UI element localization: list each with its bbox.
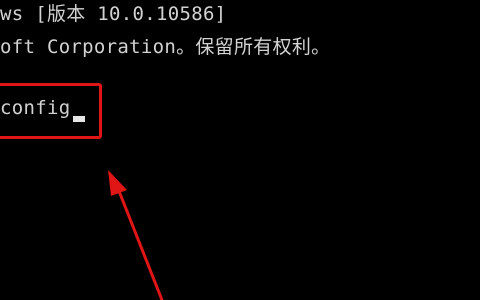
arrow-head (108, 170, 127, 196)
console-window[interactable]: ws [版本 10.0.10586] oft Corporation。保留所有权… (0, 0, 480, 300)
command-highlight-box (0, 83, 102, 139)
arrow-shaft (115, 184, 164, 300)
copyright-line: oft Corporation。保留所有权利。 (0, 36, 331, 58)
version-line: ws [版本 10.0.10586] (0, 3, 227, 25)
